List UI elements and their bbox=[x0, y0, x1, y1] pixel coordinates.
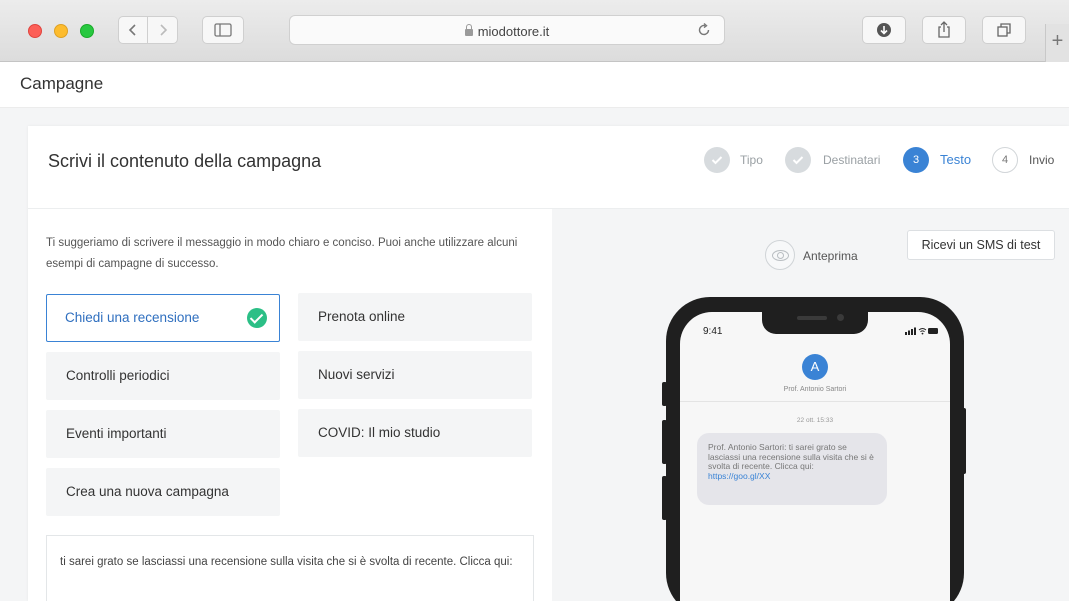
template-nuovi-servizi[interactable]: Nuovi servizi bbox=[298, 351, 532, 399]
template-prenota-online[interactable]: Prenota online bbox=[298, 293, 532, 341]
download-icon bbox=[877, 23, 891, 37]
contact-avatar: A bbox=[802, 354, 828, 380]
forward-button[interactable] bbox=[148, 16, 178, 44]
page-header: Campagne bbox=[0, 62, 1069, 108]
message-text: ti sarei grato se lasciassi una recensio… bbox=[60, 556, 513, 568]
tabs-icon bbox=[997, 23, 1011, 37]
sms-bubble-link: https://goo.gl/XX bbox=[708, 470, 771, 481]
phone-status-icons bbox=[905, 327, 938, 335]
close-window-button[interactable] bbox=[28, 24, 42, 38]
check-circle-icon bbox=[247, 308, 267, 328]
template-chiedi-recensione[interactable]: Chiedi una recensione bbox=[46, 294, 280, 342]
template-label: Chiedi una recensione bbox=[65, 310, 200, 325]
template-label: Prenota online bbox=[318, 309, 406, 324]
step-1-check-icon bbox=[704, 147, 730, 173]
template-covid[interactable]: COVID: Il mio studio bbox=[298, 409, 532, 457]
url-text: miodottore.it bbox=[477, 24, 550, 39]
template-label: Crea una nuova campagna bbox=[66, 484, 229, 499]
sidebar-toggle-button[interactable] bbox=[202, 16, 244, 44]
share-button[interactable] bbox=[922, 16, 966, 44]
template-label: COVID: Il mio studio bbox=[318, 425, 441, 440]
show-tabs-button[interactable] bbox=[982, 16, 1026, 44]
sms-bubble: Prof. Antonio Sartori: ti sarei grato se… bbox=[697, 433, 887, 505]
phone-speaker bbox=[797, 316, 827, 320]
browser-toolbar: miodottore.it + bbox=[0, 0, 1069, 62]
send-test-sms-button[interactable]: Ricevi un SMS di test bbox=[907, 230, 1055, 260]
template-label: Nuovi servizi bbox=[318, 367, 395, 382]
template-crea-nuova[interactable]: Crea una nuova campagna bbox=[46, 468, 280, 516]
template-eventi-importanti[interactable]: Eventi importanti bbox=[46, 410, 280, 458]
step-4-number: 4 bbox=[992, 147, 1018, 173]
back-button[interactable] bbox=[118, 16, 148, 44]
downloads-button[interactable] bbox=[862, 16, 906, 44]
step-2-check-icon bbox=[785, 147, 811, 173]
lock-icon bbox=[464, 24, 473, 36]
step-3-label: Testo bbox=[940, 152, 972, 167]
card-title: Scrivi il contenuto della campagna bbox=[48, 151, 322, 171]
chevron-left-icon bbox=[128, 24, 136, 36]
template-label: Controlli periodici bbox=[66, 368, 170, 383]
new-tab-button[interactable]: + bbox=[1045, 24, 1069, 62]
contact-name: Prof. Antonio Sartori bbox=[783, 386, 847, 393]
step-1-label: Tipo bbox=[740, 153, 763, 167]
share-icon bbox=[938, 21, 950, 38]
intro-text: Ti suggeriamo di scrivere il messaggio i… bbox=[46, 237, 518, 270]
address-bar[interactable]: miodottore.it bbox=[289, 15, 725, 45]
reload-icon[interactable] bbox=[696, 22, 712, 38]
preview-label: Anteprima bbox=[803, 249, 858, 263]
template-controlli-periodici[interactable]: Controlli periodici bbox=[46, 352, 280, 400]
step-3-number: 3 bbox=[903, 147, 929, 173]
phone-time: 9:41 bbox=[703, 326, 723, 337]
phone-camera bbox=[837, 314, 844, 321]
phone-header-divider bbox=[680, 401, 950, 402]
message-date: 22 ott. 15:33 bbox=[796, 417, 834, 424]
step-2-label: Destinatari bbox=[823, 153, 881, 167]
sidebar-icon bbox=[214, 23, 232, 37]
sms-bubble-text: Prof. Antonio Sartori: ti sarei grato se… bbox=[708, 442, 874, 471]
minimize-window-button[interactable] bbox=[54, 24, 68, 38]
chevron-right-icon bbox=[159, 24, 167, 36]
template-label: Eventi importanti bbox=[66, 426, 167, 441]
page-title: Campagne bbox=[20, 74, 104, 93]
zoom-window-button[interactable] bbox=[80, 24, 94, 38]
step-4-label: Invio bbox=[1029, 153, 1055, 167]
eye-icon bbox=[765, 240, 795, 270]
